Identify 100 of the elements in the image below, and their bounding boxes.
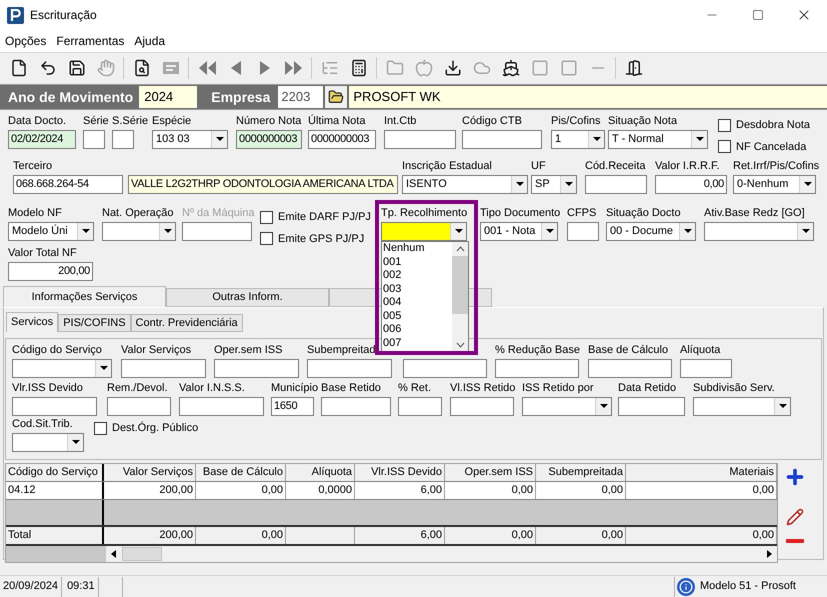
dropdown[interactable]: [381, 222, 467, 241]
text-field[interactable]: VALLE L2G2THRP ODONTOLOGIA AMERICANA LTDA: [128, 175, 398, 194]
tab[interactable]: PIS/COFINS: [58, 314, 131, 332]
text-field[interactable]: [450, 397, 514, 416]
menu-item[interactable]: Ajuda: [134, 32, 166, 50]
dropdown[interactable]: SP: [531, 175, 577, 194]
dropdown[interactable]: [12, 433, 84, 452]
tab[interactable]: Contr. Previdenciária: [130, 314, 243, 332]
dropdown-option[interactable]: 007: [382, 336, 452, 350]
total-cell: 0,00: [196, 527, 286, 544]
field-label: Código do Serviço: [12, 342, 102, 358]
text-field[interactable]: [107, 397, 171, 416]
folder-button[interactable]: [325, 86, 348, 108]
dropdown[interactable]: 001 - Nota: [480, 222, 558, 241]
field-label: Vl.ISS Retido: [450, 380, 516, 396]
year-field[interactable]: 2024: [139, 86, 198, 108]
text-field[interactable]: [398, 397, 442, 416]
field-label: Base de Cálculo: [588, 342, 668, 358]
text-field[interactable]: [462, 130, 542, 149]
checkbox[interactable]: [94, 422, 107, 435]
text-field[interactable]: [214, 359, 299, 378]
text-field[interactable]: [307, 359, 392, 378]
menu-item[interactable]: Opções: [5, 32, 46, 50]
text-field[interactable]: 0,00: [655, 175, 727, 194]
text-field[interactable]: 068.668.264-54: [13, 175, 123, 194]
column-header[interactable]: Subempreitada: [536, 464, 626, 481]
text-field[interactable]: 1650: [271, 397, 314, 416]
dropdown[interactable]: [522, 397, 612, 416]
text-field[interactable]: [618, 397, 685, 416]
dropdown[interactable]: [102, 222, 176, 241]
scrollbar[interactable]: [452, 242, 468, 352]
dropdown[interactable]: ISENTO: [402, 175, 528, 194]
text-field[interactable]: 0000000003: [236, 130, 302, 149]
column-header[interactable]: Oper.sem ISS: [445, 464, 536, 481]
dropdown[interactable]: [12, 359, 112, 378]
menu-item[interactable]: Ferramentas: [56, 32, 124, 50]
dropdown[interactable]: 1: [551, 130, 605, 149]
dropdown-option[interactable]: Nenhum: [382, 242, 452, 256]
text-field[interactable]: [112, 130, 134, 149]
text-field[interactable]: 02/02/2024: [8, 130, 76, 149]
dropdown[interactable]: T - Normal: [608, 130, 708, 149]
dropdown[interactable]: 00 - Docume: [606, 222, 696, 241]
text-field[interactable]: [403, 359, 487, 378]
field-label: Código CTB: [462, 114, 522, 129]
text-field[interactable]: [680, 359, 732, 378]
field-label: Ret.Irrf/Pis/Cofins: [733, 158, 820, 174]
text-field[interactable]: [121, 359, 206, 378]
text-field[interactable]: [321, 397, 391, 416]
dropdown[interactable]: [693, 397, 791, 416]
checkbox[interactable]: [718, 118, 731, 132]
dropdown-option[interactable]: 002: [382, 269, 452, 282]
dropdown-option[interactable]: 005: [382, 310, 452, 323]
dropdown[interactable]: 103 03: [152, 130, 228, 149]
info-icon: [677, 578, 695, 596]
text-field[interactable]: [179, 397, 264, 416]
dropdown[interactable]: [704, 222, 814, 241]
checkbox[interactable]: [718, 140, 731, 154]
dropdown[interactable]: 0-Nenhum: [733, 175, 816, 194]
dropdown-option[interactable]: 001: [382, 256, 452, 269]
column-header[interactable]: Alíquota: [286, 464, 355, 481]
dropdown-option[interactable]: 004: [382, 296, 452, 310]
text-field[interactable]: [585, 175, 647, 194]
field-label: Alíquota: [680, 342, 720, 358]
tab[interactable]: Informações Serviços: [3, 286, 166, 307]
dropdown[interactable]: Modelo Úni: [8, 222, 94, 241]
caret-icon: [100, 366, 108, 371]
field-label: % Redução Base: [495, 342, 580, 358]
text-field[interactable]: [384, 130, 456, 149]
year-label: Ano de Movimento: [8, 88, 134, 106]
checkbox[interactable]: [260, 210, 273, 224]
text-field[interactable]: 200,00: [8, 262, 93, 281]
text-field[interactable]: [495, 359, 579, 378]
text-field[interactable]: [12, 397, 97, 416]
tab[interactable]: Servicos: [6, 312, 58, 332]
column-header[interactable]: Materiais: [626, 464, 777, 481]
text-field[interactable]: [182, 222, 252, 241]
caret-icon: [804, 182, 812, 187]
dropdown-option[interactable]: 006: [382, 323, 452, 336]
text-field[interactable]: 0000000003: [308, 130, 376, 149]
maximize-icon[interactable]: [752, 9, 764, 21]
checkbox[interactable]: [260, 232, 273, 246]
checkbox-label: Dest.Órg. Público: [112, 420, 198, 436]
total-cell: Total: [6, 527, 104, 544]
field-label: Subempreitad: [307, 342, 376, 358]
scroll-thumb[interactable]: [122, 547, 162, 561]
company-name-field[interactable]: PROSOFT WK: [349, 86, 827, 108]
text-field[interactable]: [588, 359, 672, 378]
text-field[interactable]: [83, 130, 105, 149]
column-header[interactable]: Base de Cálculo: [196, 464, 286, 481]
column-header[interactable]: Valor Serviços: [104, 464, 196, 481]
company-code-field[interactable]: 2203: [278, 86, 324, 108]
column-header[interactable]: Vlr.ISS Devido: [355, 464, 445, 481]
horizontal-scrollbar[interactable]: [106, 546, 777, 562]
table-cell: 0,00: [536, 482, 626, 499]
field-label: Número Nota: [236, 114, 302, 129]
dropdown-option[interactable]: 003: [382, 282, 452, 296]
field-label: % Ret.: [398, 380, 432, 396]
text-field[interactable]: [567, 222, 599, 241]
total-cell: 200,00: [104, 527, 196, 544]
tab[interactable]: Outras Inform.: [166, 288, 329, 307]
